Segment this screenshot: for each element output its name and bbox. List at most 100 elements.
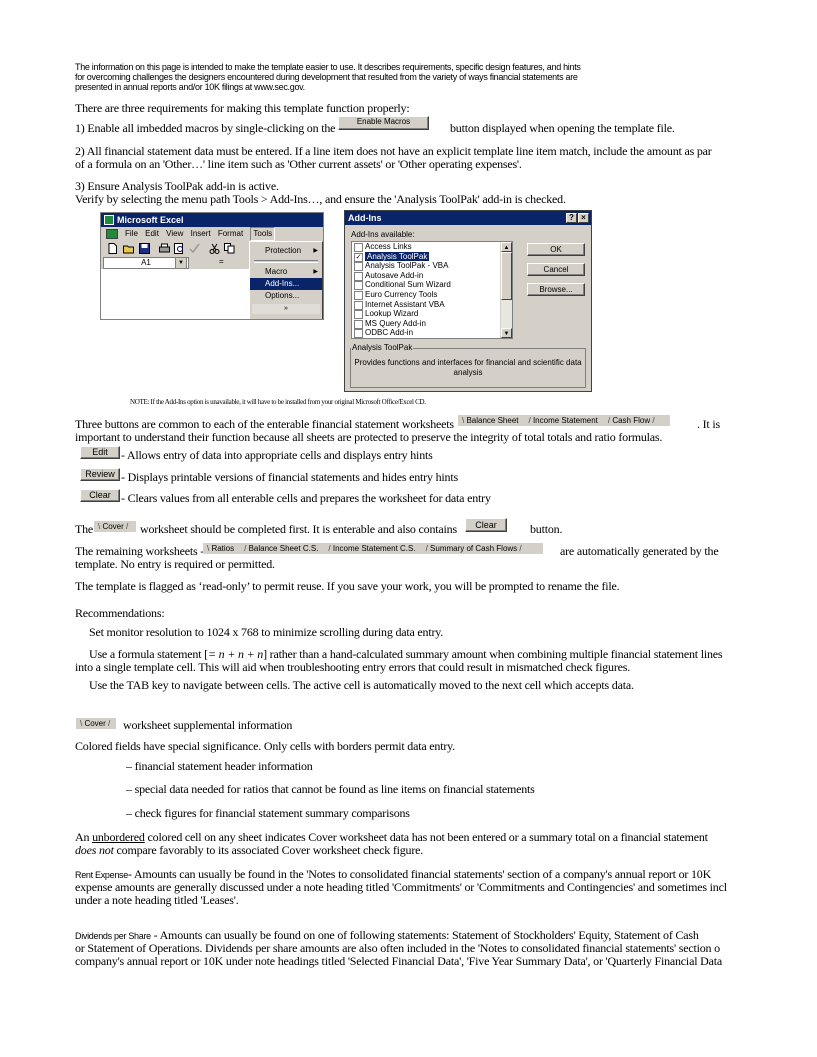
recommendation-2-line-2: into a single template cell. This will a… bbox=[75, 660, 631, 674]
spelling-icon[interactable] bbox=[189, 243, 200, 254]
name-box-dropdown-icon[interactable]: ▼ bbox=[175, 257, 187, 269]
rent-expense-label: Rent Expense bbox=[75, 870, 128, 880]
browse-button[interactable]: Browse... bbox=[527, 283, 585, 296]
add-in-label: Lookup Wizard bbox=[365, 309, 419, 319]
edit-description: - Allows entry of data into appropriate … bbox=[121, 448, 433, 462]
scroll-thumb[interactable] bbox=[501, 252, 512, 300]
sheet-tabs-generated: \ Ratios / Balance Sheet C.S. / Income S… bbox=[203, 543, 543, 554]
menu-file[interactable]: File bbox=[125, 227, 138, 241]
tab-label: Cover bbox=[102, 522, 124, 531]
enable-macros-button[interactable]: Enable Macros bbox=[338, 116, 429, 130]
menu-item-protection[interactable]: Protection ▶ bbox=[250, 245, 322, 257]
menu-item-macro[interactable]: Macro ▶ bbox=[250, 266, 322, 278]
save-icon[interactable] bbox=[139, 243, 150, 254]
cover-clear-button[interactable]: Clear bbox=[465, 518, 507, 532]
worksheet-area bbox=[101, 269, 251, 319]
clear-button[interactable]: Clear bbox=[80, 489, 120, 502]
formula-equals[interactable]: = bbox=[219, 257, 224, 267]
add-in-label: Access Links bbox=[365, 242, 412, 251]
edit-button[interactable]: Edit bbox=[80, 446, 120, 459]
open-folder-icon[interactable] bbox=[123, 243, 134, 254]
tab-cover[interactable]: \ Cover / bbox=[94, 521, 134, 532]
add-in-item[interactable]: MS Query Add-in bbox=[352, 319, 512, 329]
unbordered-word: unbordered bbox=[92, 830, 145, 844]
add-ins-list[interactable]: Access Links ✓ Analysis ToolPak Analysis To… bbox=[351, 241, 513, 339]
dialog-title: Add-Ins bbox=[348, 213, 382, 223]
menu-tools[interactable]: Tools bbox=[250, 227, 276, 241]
review-button[interactable]: Review bbox=[80, 468, 120, 481]
excel-title: Microsoft Excel bbox=[117, 215, 184, 225]
tab-summary-cash-flows[interactable]: / Summary of Cash Flows / bbox=[422, 543, 528, 554]
recommendations-heading: Recommendations: bbox=[75, 606, 165, 620]
print-icon[interactable] bbox=[159, 243, 170, 254]
new-file-icon[interactable] bbox=[107, 243, 118, 254]
menu-format[interactable]: Format bbox=[218, 227, 243, 241]
intro-line-3: presented in annual reports and/or 10K f… bbox=[75, 82, 305, 92]
dividends-text: - Amounts can usually be found on one of… bbox=[150, 928, 699, 942]
menu-path-separator: > bbox=[258, 192, 270, 206]
copy-icon[interactable] bbox=[224, 243, 235, 254]
rec2-pre: Use a formula statement [ bbox=[89, 647, 208, 661]
tab-label: Balance Sheet C.S. bbox=[248, 544, 319, 553]
add-in-item[interactable]: Internet Assistant VBA bbox=[352, 300, 512, 310]
menu-view[interactable]: View bbox=[166, 227, 183, 241]
rent-expense-line-3: under a note heading titled 'Leases'. bbox=[75, 893, 239, 907]
menu-edit[interactable]: Edit bbox=[145, 227, 159, 241]
legend-special-data: – special data needed for ratios that ca… bbox=[126, 782, 535, 796]
req3-post: , and ensure the 'Analysis ToolPak' add-… bbox=[319, 192, 566, 206]
tab-income-statement-cs[interactable]: / Income Statement C.S. bbox=[324, 543, 421, 554]
add-in-label: Analysis ToolPak bbox=[365, 251, 430, 261]
tab-cash-flow[interactable]: / Cash Flow / bbox=[604, 415, 661, 426]
tab-label: Income Statement bbox=[532, 416, 598, 425]
scroll-up-icon[interactable]: ▲ bbox=[501, 242, 512, 252]
add-in-item[interactable]: Analysis ToolPak - VBA bbox=[352, 261, 512, 272]
tab-cover-supplemental[interactable]: \ Cover / bbox=[76, 718, 116, 729]
submenu-arrow-icon: ▶ bbox=[313, 248, 318, 254]
tab-balance-sheet[interactable]: \ Balance Sheet bbox=[458, 415, 525, 426]
print-preview-icon[interactable] bbox=[174, 243, 185, 254]
scroll-down-icon[interactable]: ▼ bbox=[501, 328, 512, 338]
add-in-item[interactable]: Autosave Add-in bbox=[352, 271, 512, 281]
add-in-item[interactable]: Conditional Sum Wizard bbox=[352, 280, 512, 291]
close-icon[interactable]: × bbox=[578, 213, 589, 223]
req3-line-2: Verify by selecting the menu path Tools … bbox=[75, 193, 566, 206]
dividends-label: Dividends per Share bbox=[75, 931, 151, 941]
menu-insert[interactable]: Insert bbox=[191, 227, 211, 241]
add-ins-available-label: Add-Ins available: bbox=[351, 230, 415, 239]
ok-button[interactable]: OK bbox=[527, 243, 585, 256]
add-in-label: MS Query Add-in bbox=[365, 318, 426, 328]
dividends-line-3: company's annual report or 10K under not… bbox=[75, 954, 722, 968]
menu-item-label: Add-Ins... bbox=[265, 279, 300, 288]
supplemental-heading: worksheet supplemental information bbox=[123, 718, 293, 732]
checkbox-icon[interactable] bbox=[354, 329, 363, 338]
add-in-item[interactable]: Euro Currency Tools bbox=[352, 290, 512, 300]
help-icon[interactable]: ? bbox=[566, 213, 577, 223]
supplemental-cover-tab-strip: \ Cover / bbox=[76, 718, 116, 729]
unbordered-line2-post: compare favorably to its associated Cove… bbox=[113, 843, 424, 857]
excel-screenshot: Microsoft Excel File Edit View Insert Fo… bbox=[100, 212, 324, 320]
excel-app-icon bbox=[104, 215, 114, 225]
add-in-item[interactable]: Access Links bbox=[352, 242, 512, 252]
cancel-button[interactable]: Cancel bbox=[527, 263, 585, 276]
rec2-post: ] rather than a hand-calculated summary … bbox=[263, 647, 723, 661]
legend-check-figures: – check figures for financial statement … bbox=[126, 806, 410, 820]
menu-item-options[interactable]: Options... bbox=[250, 290, 322, 302]
menu-item-add-ins[interactable]: Add-Ins... bbox=[250, 278, 322, 290]
menu-item-label: Options... bbox=[265, 291, 300, 300]
buttons-intro-post: . It is bbox=[697, 417, 720, 431]
tab-label: Cover bbox=[84, 719, 106, 728]
cover-tab-strip: \ Cover / bbox=[94, 521, 136, 532]
intro-line-1: The information on this page is intended… bbox=[75, 62, 581, 72]
tab-label: Ratios bbox=[211, 544, 235, 553]
tab-ratios[interactable]: \ Ratios bbox=[203, 543, 240, 554]
cover-post: button. bbox=[530, 522, 563, 536]
list-scrollbar[interactable]: ▲ ▼ bbox=[500, 242, 512, 338]
tab-label: Income Statement C.S. bbox=[332, 544, 416, 553]
cut-icon[interactable] bbox=[209, 243, 220, 254]
tab-income-statement[interactable]: / Income Statement bbox=[525, 415, 604, 426]
add-in-item[interactable]: ODBC Add-in bbox=[352, 328, 512, 338]
tab-balance-sheet-cs[interactable]: / Balance Sheet C.S. bbox=[240, 543, 324, 554]
add-in-item[interactable]: Lookup Wizard bbox=[352, 309, 512, 320]
menu-expand-chevron-icon[interactable]: » bbox=[252, 304, 320, 314]
add-in-item[interactable]: ✓ Analysis ToolPak bbox=[352, 251, 512, 262]
